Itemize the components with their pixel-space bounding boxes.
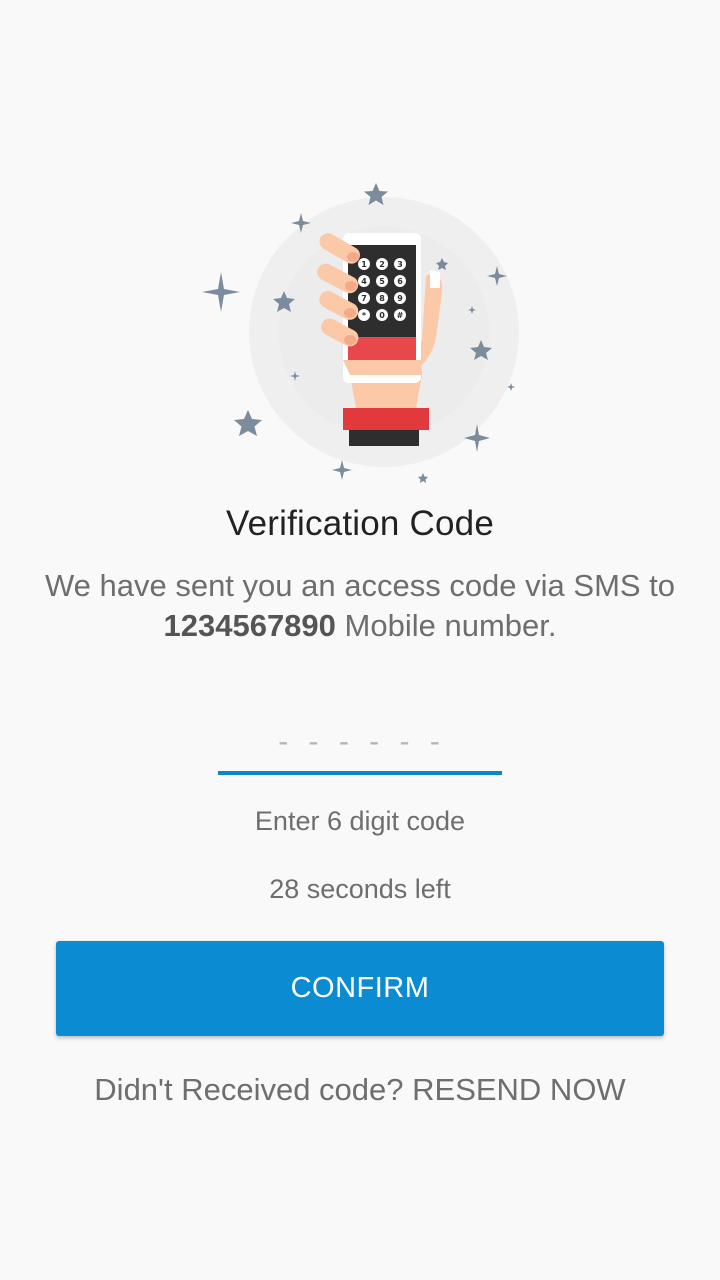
confirm-button[interactable]: CONFIRM bbox=[56, 941, 664, 1036]
keypad-key-label: 1 bbox=[361, 260, 367, 269]
page-title: Verification Code bbox=[225, 504, 494, 543]
keypad-key-label: 3 bbox=[397, 260, 403, 269]
keypad-key-label: # bbox=[397, 311, 404, 320]
keypad-key-label: 7 bbox=[361, 294, 367, 303]
keypad-key-label: 0 bbox=[379, 311, 385, 320]
code-input-container bbox=[218, 715, 506, 775]
resend-row: Didn't Received code? RESEND NOW bbox=[0, 1072, 720, 1108]
verification-code-input[interactable] bbox=[218, 715, 506, 769]
phone-in-hand-illustration: 1 2 3 4 5 6 7 8 9 * 0 # bbox=[190, 170, 530, 500]
resend-now-link[interactable]: RESEND NOW bbox=[412, 1072, 626, 1107]
sms-message-prefix: We have sent you an access code via SMS … bbox=[44, 568, 676, 603]
countdown-timer: 28 seconds left bbox=[269, 874, 451, 904]
phone-illustration-svg: 1 2 34 5 67 8 9* 0 # bbox=[202, 183, 519, 483]
resend-prompt: Didn't Received code? bbox=[94, 1072, 413, 1107]
keypad-key-label: 6 bbox=[397, 277, 403, 286]
keypad-key-label: 8 bbox=[379, 294, 385, 303]
phone-number: 1234567890 bbox=[163, 608, 336, 643]
keypad-key-label: 9 bbox=[397, 294, 403, 303]
keypad-key-label: 4 bbox=[361, 277, 367, 286]
keypad-key-label: 2 bbox=[379, 260, 385, 269]
code-hint: Enter 6 digit code bbox=[254, 806, 466, 836]
sms-message-suffix: Mobile number. bbox=[335, 608, 557, 643]
keypad-key-label: 5 bbox=[379, 277, 385, 286]
sms-message: We have sent you an access code via SMS … bbox=[40, 566, 680, 646]
